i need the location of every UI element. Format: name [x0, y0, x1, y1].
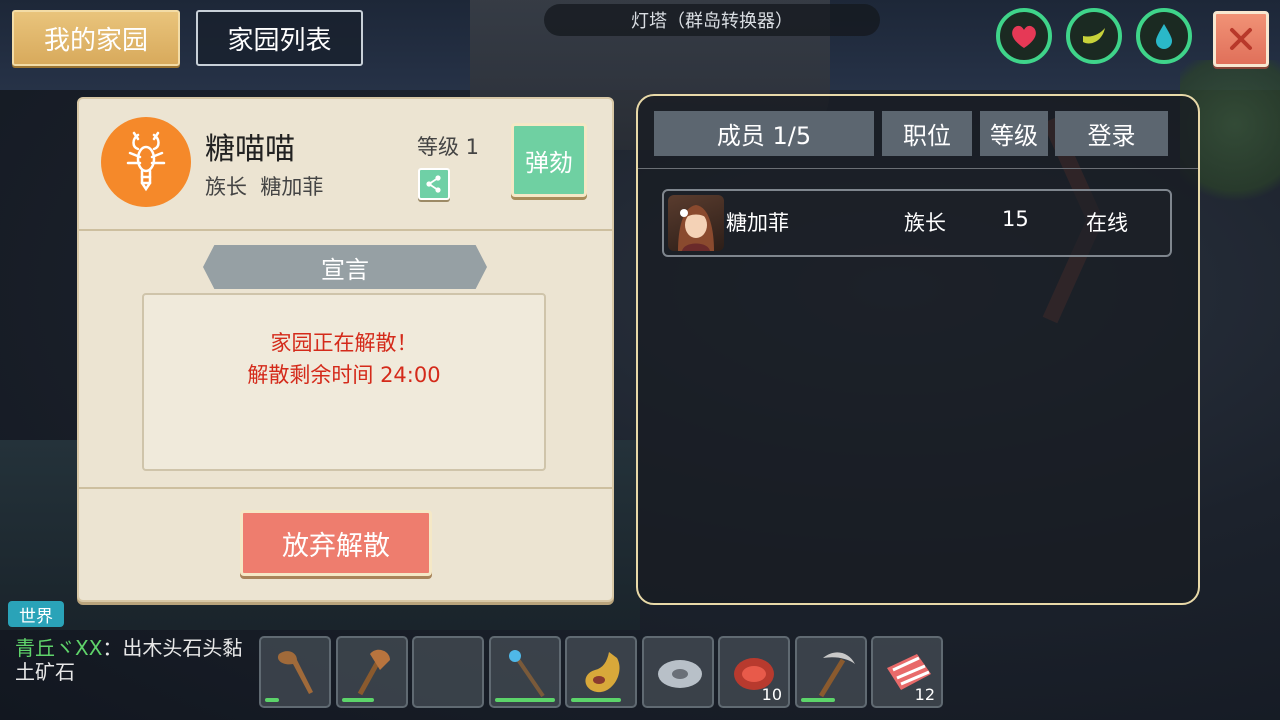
member-count-header[interactable]: 成员 1/5 [654, 111, 874, 156]
home-level: 等级 1 [417, 135, 480, 159]
hotbar-slot-5[interactable] [565, 636, 637, 708]
durability-bar [342, 698, 374, 702]
hotbar-slot-1[interactable] [259, 636, 331, 708]
durability-bar [495, 698, 555, 702]
club-icon [277, 651, 313, 694]
member-status: 在线 [1086, 211, 1128, 235]
hotbar-slot-7[interactable]: 10 [718, 636, 790, 708]
hunger-stat [1066, 8, 1122, 64]
crystal-staff-icon [509, 650, 545, 698]
level-header[interactable]: 等级 [980, 111, 1048, 156]
member-avatar [668, 195, 724, 251]
member-name: 糖加菲 [726, 211, 789, 235]
stone-axe-icon [357, 649, 390, 696]
hotbar-slot-8[interactable] [795, 636, 867, 708]
hotbar-slot-4[interactable] [489, 636, 561, 708]
water-drop-icon [1156, 24, 1172, 49]
chat-separator: ： [102, 636, 123, 660]
chat-channel-tag[interactable]: 世界 [8, 601, 64, 627]
login-header[interactable]: 登录 [1055, 111, 1168, 156]
stone-disc-icon [658, 660, 702, 688]
member-level: 15 [1002, 207, 1029, 231]
declaration-title: 宣言 [203, 245, 487, 289]
home-name: 糖喵喵 [205, 132, 295, 167]
close-button[interactable] [1213, 11, 1269, 67]
share-icon [426, 175, 441, 193]
heart-icon [1012, 25, 1036, 48]
hotbar-slot-6[interactable] [642, 636, 714, 708]
position-header[interactable]: 职位 [882, 111, 972, 156]
chat-message[interactable]: 青丘ヾXX：出木头石头黏土矿石 [15, 636, 245, 684]
item-count: 12 [914, 685, 935, 704]
item-count: 10 [761, 685, 782, 704]
declaration-box: 家园正在解散！ 解散剩余时间 24:00 [142, 293, 546, 471]
durability-bar [801, 698, 835, 702]
health-stat [996, 8, 1052, 64]
pickaxe-icon [818, 652, 855, 698]
durability-bar [265, 698, 279, 702]
water-stat [1136, 8, 1192, 64]
member-list-panel: 成员 1/5 职位 等级 登录 糖加菲 族长 15 在线 [636, 94, 1200, 605]
home-emblem [101, 117, 191, 207]
divider [79, 229, 612, 231]
leader-name: 糖加菲 [260, 175, 324, 199]
leader-role-label: 族长 [205, 175, 247, 199]
impeach-button[interactable]: 弹劾 [511, 123, 587, 197]
cancel-dissolve-button[interactable]: 放弃解散 [240, 510, 432, 576]
durability-bar [571, 698, 621, 702]
divider [79, 487, 612, 489]
banana-icon [1083, 28, 1105, 44]
dissolve-countdown: 解散剩余时间 24:00 [247, 363, 441, 387]
hotbar-slot-3[interactable] [412, 636, 484, 708]
member-position: 族长 [904, 211, 946, 235]
header-divider [638, 168, 1198, 169]
dissolving-notice: 家园正在解散！ [270, 331, 418, 355]
chat-sender: 青丘ヾXX [15, 636, 103, 660]
member-row[interactable]: 糖加菲 族长 15 在线 [662, 189, 1172, 257]
map-title: 灯塔（群岛转换器） [544, 4, 880, 36]
hotbar-slot-2[interactable] [336, 636, 408, 708]
share-button[interactable] [418, 168, 450, 200]
close-icon [1230, 28, 1252, 50]
tab-home-list[interactable]: 家园列表 [196, 10, 363, 66]
gourd-flask-icon [585, 652, 620, 693]
home-leader-line: 族长 糖加菲 [205, 171, 323, 201]
hotbar-slot-9[interactable]: 12 [871, 636, 943, 708]
lobster-icon [126, 131, 166, 192]
tab-my-home[interactable]: 我的家园 [12, 10, 180, 66]
home-info-panel: 糖喵喵 族长 糖加菲 等级 1 弹劾 宣言 家园正在解散！ 解散剩余时间 24:… [77, 97, 614, 602]
